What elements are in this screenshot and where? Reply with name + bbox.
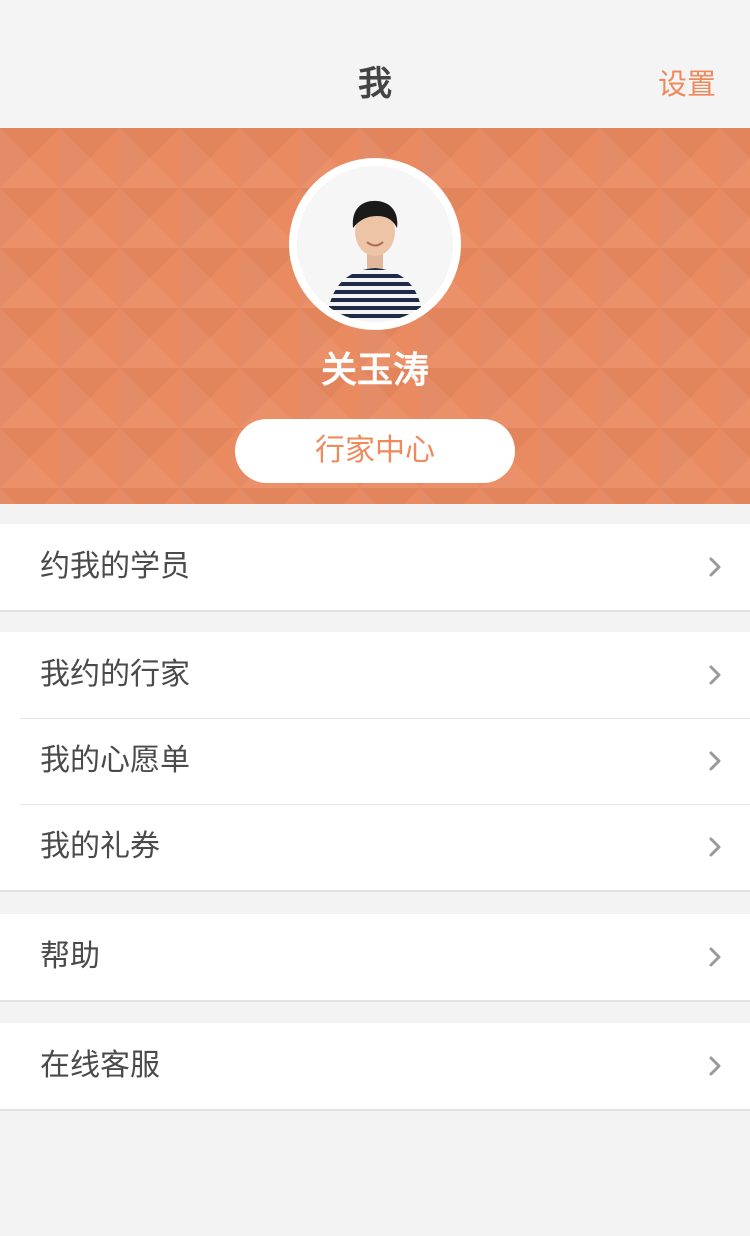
menu-item-label: 帮助 (40, 939, 100, 974)
user-avatar-photo (297, 166, 453, 322)
menu-item-label: 在线客服 (40, 1048, 160, 1083)
chevron-right-icon (709, 837, 721, 857)
menu-item-label: 我的心愿单 (40, 743, 190, 778)
menu-item-help[interactable]: 帮助 (0, 914, 750, 1000)
chevron-right-icon (709, 557, 721, 577)
menu-item-wishlist[interactable]: 我的心愿单 (0, 718, 750, 804)
menu-item-label: 约我的学员 (40, 549, 190, 584)
profile-header: 关玉涛 行家中心 (0, 128, 750, 504)
menu-item-coupons[interactable]: 我的礼券 (0, 804, 750, 890)
chevron-right-icon (709, 665, 721, 685)
menu-item-label: 我的礼券 (40, 829, 160, 864)
menu-item-booked-experts[interactable]: 我约的行家 (0, 632, 750, 718)
user-name: 关玉涛 (320, 350, 429, 391)
chevron-right-icon (709, 947, 721, 967)
chevron-right-icon (709, 1056, 721, 1076)
menu-group-4: 在线客服 (0, 1023, 750, 1111)
menu-item-my-students[interactable]: 约我的学员 (0, 524, 750, 610)
avatar[interactable] (289, 158, 461, 330)
navigation-bar: 我 设置 (0, 0, 750, 128)
menu-item-online-support[interactable]: 在线客服 (0, 1023, 750, 1109)
chevron-right-icon (709, 751, 721, 771)
menu-group-3: 帮助 (0, 914, 750, 1002)
settings-button[interactable]: 设置 (658, 62, 716, 106)
expert-center-button[interactable]: 行家中心 (235, 419, 515, 483)
page-title: 我 (358, 64, 392, 104)
menu-group-2: 我约的行家 我的心愿单 我的礼券 (0, 632, 750, 892)
menu-group-1: 约我的学员 (0, 524, 750, 612)
avatar-illustration (297, 166, 453, 322)
menu-item-label: 我约的行家 (40, 657, 190, 692)
